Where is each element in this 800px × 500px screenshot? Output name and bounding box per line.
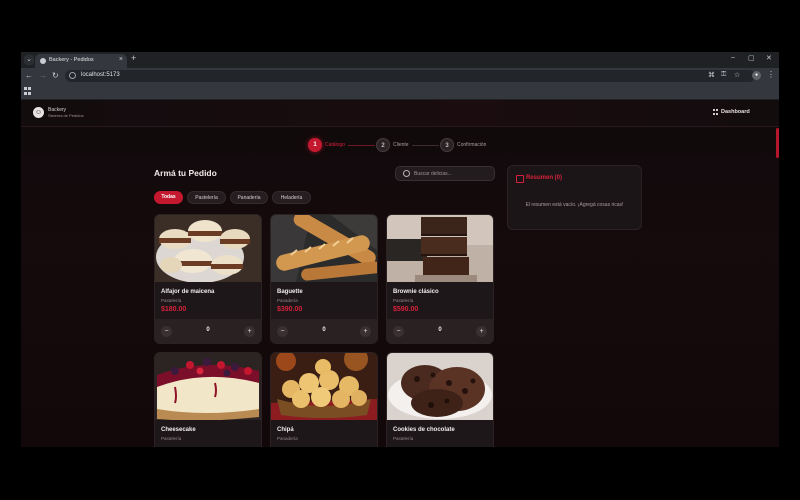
tab-bar: ⌄ Backery - Pedidos × + – ▢ ✕ (21, 52, 779, 68)
increase-quantity-button[interactable]: + (244, 326, 255, 337)
calendar-icon (516, 175, 524, 183)
url-text: localhost:5173 (81, 72, 120, 78)
product-name: Cookies de chocolate (393, 427, 455, 433)
order-stepper: 1 Catálogo 2 Cliente 3 Confirmación (21, 138, 779, 152)
filter-chip-panaderia[interactable]: Panadería (230, 191, 268, 204)
product-category: Pastelería (161, 298, 182, 303)
profile-avatar[interactable]: ● (752, 71, 761, 80)
product-price: $180.00 (161, 306, 187, 313)
step-connector (412, 145, 439, 146)
product-image-cookies (387, 353, 493, 420)
password-key-icon[interactable]: ⚿ (721, 71, 726, 79)
product-card: Chipá Panadería (270, 352, 378, 447)
product-name: Cheesecake (161, 427, 196, 433)
product-card: Alfajor de maicena Pastelería $180.00 − … (154, 214, 262, 344)
product-card: Brownie clásico Pastelería $590.00 − 0 + (386, 214, 494, 344)
product-image-cheesecake (155, 353, 261, 420)
step-3-circle: 3 (440, 138, 454, 152)
tab-search-icon[interactable]: ⌄ (24, 55, 34, 65)
dashboard-link[interactable]: Dashboard (721, 109, 750, 115)
product-image-alfajor (155, 215, 261, 282)
product-image-chipa (271, 353, 377, 420)
filter-chip-todas[interactable]: Todas (154, 191, 183, 204)
increase-quantity-button[interactable]: + (476, 326, 487, 337)
product-category: Pastelería (161, 436, 182, 441)
apps-grid-icon[interactable] (24, 87, 32, 95)
step-3-label: Confirmación (457, 142, 487, 148)
app-header: ☺ Backery Sistema de Pedidos Dashboard (21, 100, 779, 127)
search-placeholder: Buscar delicias... (414, 171, 452, 177)
summary-title: Resumen (0) (526, 175, 563, 181)
search-icon (403, 170, 410, 177)
filter-chip-heladeria[interactable]: Heladería (272, 191, 311, 204)
product-category: Panadería (277, 298, 298, 303)
order-summary-panel: Resumen (0) El resumen está vacío. ¡Agre… (507, 165, 642, 230)
step-connector (348, 145, 375, 146)
increase-quantity-button[interactable]: + (360, 326, 371, 337)
product-image-baguette (271, 215, 377, 282)
address-bar[interactable]: localhost:5173 ⌘ ⚿ ☆ (65, 70, 755, 82)
browser-toolbar: ← → ↻ localhost:5173 ⌘ ⚿ ☆ ● ⋮ (21, 68, 779, 84)
product-category: Pastelería (393, 298, 414, 303)
quantity-stepper: − 0 + (271, 319, 377, 343)
browser-tab[interactable]: Backery - Pedidos × (35, 54, 127, 68)
product-price: $390.00 (277, 306, 303, 313)
product-card: Cookies de chocolate Pastelería (386, 352, 494, 447)
step-2-label: Cliente (393, 142, 409, 148)
product-name: Baguette (277, 289, 303, 295)
close-window-button[interactable]: ✕ (766, 54, 772, 62)
product-name: Alfajor de maicena (161, 289, 215, 295)
forward-button[interactable]: → (39, 71, 47, 80)
back-button[interactable]: ← (25, 71, 33, 80)
product-name: Brownie clásico (393, 289, 439, 295)
page-title: Armá tu Pedido (154, 168, 217, 178)
bakery-logo-icon: ☺ (33, 107, 44, 118)
product-name: Chipá (277, 427, 294, 433)
new-tab-button[interactable]: + (131, 53, 136, 63)
product-card: Cheesecake Pastelería (154, 352, 262, 447)
site-info-icon[interactable] (69, 72, 76, 79)
bookmarks-bar (21, 84, 779, 100)
brand-subtitle: Sistema de Pedidos (48, 113, 84, 118)
dashboard-grid-icon[interactable] (713, 109, 719, 115)
quantity-stepper: − 0 + (155, 319, 261, 343)
page-content: ☺ Backery Sistema de Pedidos Dashboard 1… (21, 100, 779, 447)
tab-favicon-icon (40, 58, 46, 64)
tab-close-icon[interactable]: × (119, 56, 123, 63)
product-card: Baguette Panadería $390.00 − 0 + (270, 214, 378, 344)
tab-title: Backery - Pedidos (49, 57, 94, 63)
maximize-button[interactable]: ▢ (748, 54, 755, 62)
product-category: Pastelería (393, 436, 414, 441)
search-input[interactable]: Buscar delicias... (395, 166, 495, 181)
minimize-button[interactable]: – (731, 54, 735, 61)
product-category: Panadería (277, 436, 298, 441)
bookmark-star-icon[interactable]: ☆ (734, 71, 740, 79)
summary-empty-message: El resumen está vacío. ¡Agregá cosas ric… (525, 202, 624, 208)
product-price: $590.00 (393, 306, 419, 313)
quantity-stepper: − 0 + (387, 319, 493, 343)
step-1-label: Catálogo (325, 142, 346, 148)
filter-chip-pasteleria[interactable]: Pastelería (187, 191, 226, 204)
browser-menu-icon[interactable]: ⋮ (767, 70, 775, 79)
reload-button[interactable]: ↻ (52, 71, 59, 80)
step-1-circle: 1 (308, 138, 322, 152)
browser-window: ⌄ Backery - Pedidos × + – ▢ ✕ ← → ↻ loca… (21, 52, 779, 447)
product-image-brownie (387, 215, 493, 282)
step-2-circle: 2 (376, 138, 390, 152)
translate-icon[interactable]: ⌘ (708, 71, 715, 79)
